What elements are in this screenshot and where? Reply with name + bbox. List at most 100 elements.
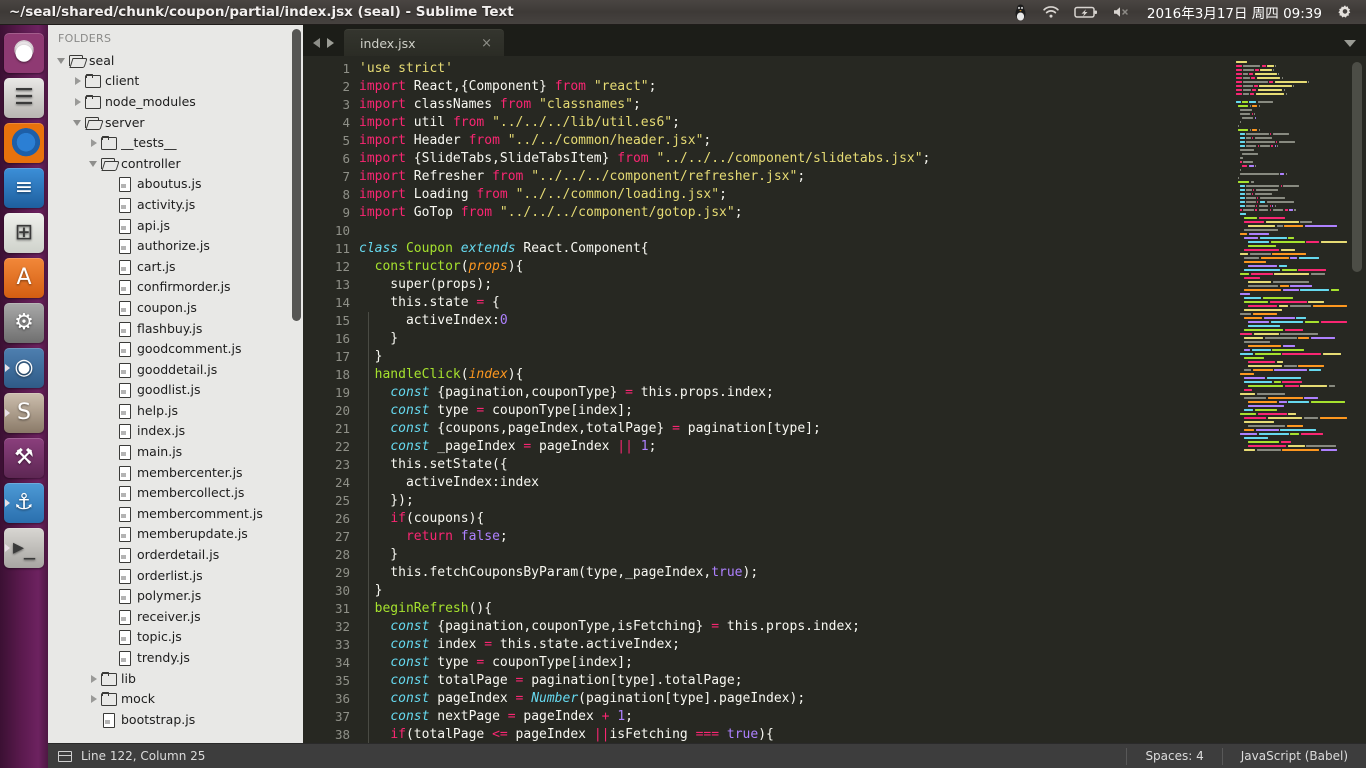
close-icon[interactable]: × [481,36,492,51]
file-tree-file[interactable]: bootstrap.js [48,709,303,730]
minimap-token [1240,189,1245,191]
chevron-right-icon[interactable] [72,96,83,107]
volume-muted-icon[interactable] [1105,0,1139,25]
file-tree-sidebar[interactable]: FOLDERS sealclientnode_modulesserver__te… [48,25,303,743]
file-tree-file[interactable]: goodcomment.js [48,338,303,359]
minimap[interactable] [1236,56,1348,743]
code-token: === [696,727,719,742]
file-tree-file[interactable]: membercenter.js [48,462,303,483]
file-tree-folder[interactable]: server [48,112,303,133]
file-tree-file[interactable]: help.js [48,400,303,421]
tab-index-jsx[interactable]: index.jsx × [344,29,504,56]
libreoffice-calc-icon[interactable]: ⊞ [4,213,44,253]
minimap-token [1236,101,1241,103]
code-token: import [359,151,406,166]
files-icon[interactable]: ☰ [4,78,44,118]
prev-tab-arrow-icon[interactable] [313,38,320,48]
chevron-down-icon[interactable] [72,117,83,128]
chevron-right-icon[interactable] [88,693,99,704]
chevron-down-icon[interactable] [88,158,99,169]
file-tree-file[interactable]: main.js [48,441,303,462]
file-tree-file[interactable]: topic.js [48,627,303,648]
file-tree-folder[interactable]: seal [48,50,303,71]
minimap-token [1258,145,1259,147]
file-tree-file[interactable]: orderdetail.js [48,544,303,565]
chromium-icon[interactable]: ◉ [4,348,44,388]
minimap-token [1248,405,1284,407]
clock[interactable]: 2016年3月17日 周四 09:39 [1139,2,1330,22]
sidebar-scrollbar[interactable] [291,27,302,741]
tree-item-label: lib [121,671,136,686]
chevron-down-icon[interactable] [56,55,67,66]
file-tree-file[interactable]: polymer.js [48,585,303,606]
file-tree-folder[interactable]: lib [48,668,303,689]
file-tree-file[interactable]: authorize.js [48,235,303,256]
indentation-setting[interactable]: Spaces: 4 [1126,748,1221,765]
ubuntu-software-icon[interactable]: A [4,258,44,298]
file-tree-file[interactable]: membercollect.js [48,482,303,503]
sublime-text-icon[interactable]: S [4,393,44,433]
wifi-icon[interactable] [1035,0,1067,25]
file-tree-folder[interactable]: node_modules [48,91,303,112]
chevron-down-icon[interactable] [1344,40,1356,47]
code-token: || [594,727,610,742]
file-icon [117,651,132,664]
docker-icon-glyph: ⚓ [14,492,34,514]
docker-icon[interactable]: ⚓ [4,483,44,523]
ubuntu-dash-icon[interactable]: ● [4,33,44,73]
file-tree-folder[interactable]: mock [48,688,303,709]
line-number: 9 [303,204,359,222]
file-tree-file[interactable]: coupon.js [48,297,303,318]
file-tree-file[interactable]: memberupdate.js [48,524,303,545]
file-tree-folder[interactable]: controller [48,153,303,174]
code-token: ){ [508,367,524,382]
minimap-token [1279,265,1287,267]
file-tree-file[interactable]: goodlist.js [48,380,303,401]
chevron-right-icon[interactable] [72,75,83,86]
file-tree-file[interactable]: membercomment.js [48,503,303,524]
syntax-setting[interactable]: JavaScript (Babel) [1222,748,1366,765]
editor-scrollbar[interactable] [1348,56,1366,743]
battery-icon[interactable] [1067,0,1105,25]
file-tree-folder[interactable]: __tests__ [48,132,303,153]
file-tree-file[interactable]: api.js [48,215,303,236]
linux-penguin-icon[interactable] [1006,0,1035,25]
gear-icon[interactable] [1330,0,1360,25]
code-token: import [359,79,406,94]
file-tree-file[interactable]: gooddetail.js [48,359,303,380]
next-tab-arrow-icon[interactable] [327,38,334,48]
libreoffice-writer-icon[interactable]: ≡ [4,168,44,208]
sidebar-scrollbar-thumb[interactable] [292,29,301,321]
minimap-token [1259,433,1289,435]
code-content[interactable]: 'use strict'import React,{Component} fro… [359,56,1236,743]
firefox-icon[interactable] [4,123,44,163]
file-tree-file[interactable]: activity.js [48,194,303,215]
minimap-token [1252,137,1253,139]
chevron-right-icon[interactable] [88,673,99,684]
file-tree-file[interactable]: aboutus.js [48,174,303,195]
file-tree-folder[interactable]: client [48,71,303,92]
code-editor[interactable]: 1234567891011121314151617181920212223242… [303,56,1366,743]
terminal-icon[interactable]: ▸_ [4,528,44,568]
file-tree-file[interactable]: flashbuy.js [48,318,303,339]
minimap-token [1244,217,1257,219]
file-tree-file[interactable]: receiver.js [48,606,303,627]
side-panel-icon[interactable] [58,751,72,762]
code-token: if [390,511,406,526]
spacer [104,652,115,663]
spacer [104,323,115,334]
system-settings-icon[interactable]: ⚙ [4,303,44,343]
file-tree-file[interactable]: index.js [48,421,303,442]
file-tree-file[interactable]: cart.js [48,256,303,277]
file-icon [117,383,132,396]
tools-icon[interactable]: ⚒ [4,438,44,478]
minimap-token [1305,321,1320,323]
file-tree-file[interactable]: confirmorder.js [48,277,303,298]
minimap-token [1262,65,1266,67]
chevron-right-icon[interactable] [88,137,99,148]
file-tree-file[interactable]: orderlist.js [48,565,303,586]
minimap-token [1279,401,1287,403]
editor-scrollbar-thumb[interactable] [1352,62,1362,272]
file-tree-file[interactable]: trendy.js [48,647,303,668]
minimap-token [1286,93,1287,95]
